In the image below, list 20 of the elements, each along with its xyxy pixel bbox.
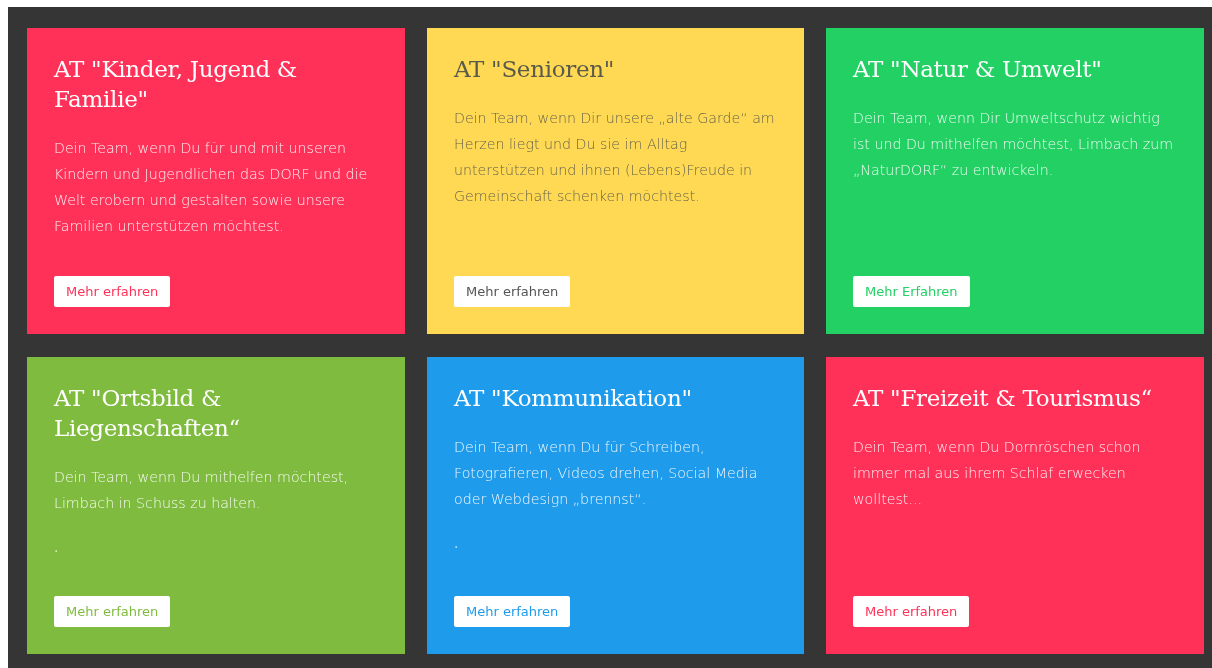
card-note: . (454, 534, 460, 553)
card-title: AT "Kinder, Jugend & Familie" (54, 55, 299, 114)
card-description: Dein Team, wenn Du für und mit unseren Kindern und Jugendlichen das DORF und die Welt erobern und gestalten sowie unsere Familien unterstützen möchtest. (54, 139, 369, 236)
more-button[interactable]: Mehr Erfahren (853, 276, 970, 307)
more-button[interactable]: Mehr erfahren (54, 276, 171, 307)
card-description: Dein Team, wenn Du für Schreiben, Fotografieren, Videos drehen, Social Media oder Webdesign „brennst“. (454, 438, 759, 509)
card-title: AT "Natur & Umwelt" (853, 55, 1103, 84)
card-description: Dein Team, wenn Du mithelfen möchtest, Limbach in Schuss zu halten. (54, 468, 350, 513)
card-note: . (54, 538, 60, 557)
more-button[interactable]: Mehr erfahren (54, 596, 171, 627)
more-button[interactable]: Mehr erfahren (853, 596, 970, 627)
card-title: AT "Senioren" (454, 55, 616, 84)
more-button[interactable]: Mehr erfahren (454, 276, 571, 307)
card-description: Dein Team, wenn Du Dornröschen schon immer mal aus ihrem Schlaf erwecken wolltest... (853, 438, 1142, 509)
more-button[interactable]: Mehr erfahren (454, 596, 571, 627)
card-description: Dein Team, wenn Dir unsere „alte Garde“ am Herzen liegt und Du sie im Alltag unterstützen und ihnen (Lebens)Freude in Gemeinschaft schenken möchtest. (454, 109, 776, 206)
card-title: AT "Kommunikation" (454, 384, 693, 413)
card-title: AT "Freizeit & Tourismus“ (853, 384, 1153, 413)
card-description: Dein Team, wenn Dir Umweltschutz wichtig ist und Du mithelfen möchtest, Limbach zum „NaturDORF“ zu entwickeln. (853, 109, 1175, 180)
card-title: AT "Ortsbild & Liegenschaften“ (54, 384, 242, 443)
